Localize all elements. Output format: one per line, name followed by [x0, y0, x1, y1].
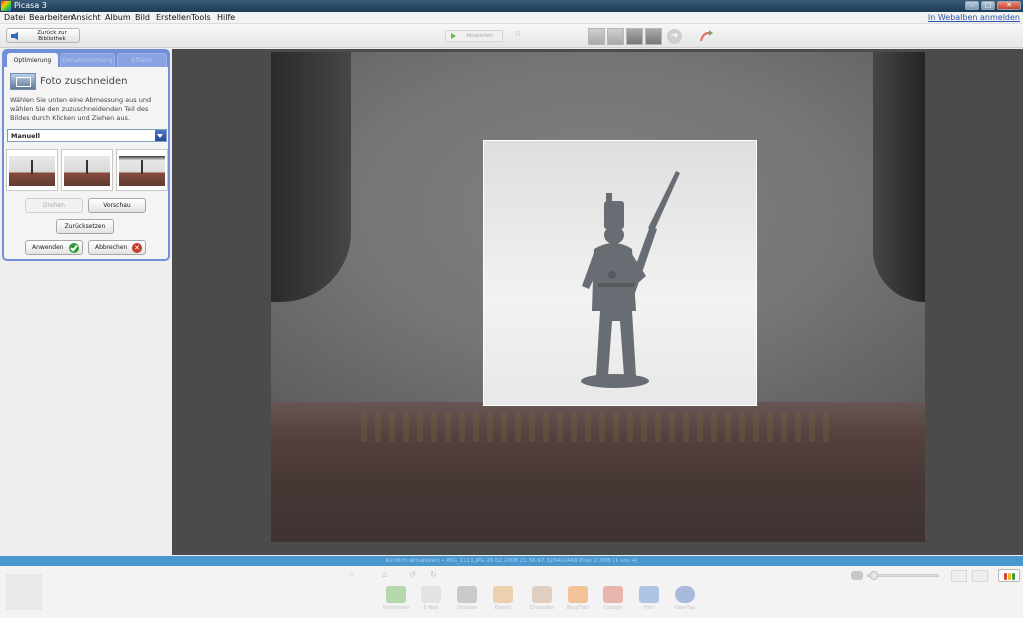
edit-tabs: Optimierung Feinabstimmung Effekte [4, 51, 168, 67]
aspect-ratio-select[interactable]: Manuell [7, 129, 167, 142]
view-single-icon[interactable] [951, 570, 967, 582]
crop-selection[interactable] [483, 140, 757, 406]
filmstrip-thumb[interactable] [645, 28, 662, 45]
bottom-tray: ☆ ⌂ ↺ ↻ Hochladen E-Mail Drucken Export … [0, 566, 1023, 618]
shop-icon [532, 586, 552, 603]
upload-icon [386, 586, 406, 603]
web-albums-login-link[interactable]: In Webalben anmelden [928, 13, 1020, 22]
close-icon[interactable]: ✕ [997, 1, 1021, 10]
home-icon[interactable]: ⌂ [378, 570, 391, 581]
shop-button[interactable]: Einkaufen [527, 586, 557, 616]
photo-canvas[interactable] [271, 52, 925, 542]
collage-label: Collage [603, 605, 623, 611]
soldier-figure [581, 171, 680, 388]
print-button[interactable]: Drucken [452, 586, 482, 616]
back-to-library-label: Zurück zur Bibliothek [37, 30, 67, 42]
crop-icon [10, 73, 36, 90]
chevron-down-icon[interactable] [155, 130, 166, 141]
film-icon [639, 586, 659, 603]
edit-panel: Optimierung Feinabstimmung Effekte Foto … [2, 49, 170, 261]
tab-feinabstimmung[interactable]: Feinabstimmung [60, 53, 115, 67]
slideshow-play-button[interactable]: Abspielen [445, 30, 503, 42]
play-label: Abspielen [466, 33, 493, 39]
zoom-icon [851, 571, 863, 580]
cancel-label: Abbrechen [95, 244, 128, 251]
blogger-icon [568, 586, 588, 603]
crop-preset-thumbnail[interactable] [116, 149, 168, 191]
crop-description: Wählen Sie unten eine Abmessung aus und … [10, 96, 152, 122]
menu-bild[interactable]: Bild [135, 13, 150, 22]
photo-viewer [172, 49, 1023, 555]
collage-button[interactable]: Collage [598, 586, 628, 616]
cancel-x-icon: ✕ [132, 243, 142, 253]
photo-tray-thumbnail[interactable] [6, 574, 42, 610]
menu-ansicht[interactable]: Ansicht [71, 13, 101, 22]
title-bar: Picasa 3 – □ ✕ [0, 0, 1023, 12]
zoom-slider-handle[interactable] [870, 571, 878, 580]
apply-button[interactable]: Anwenden [25, 240, 83, 255]
compare-icon[interactable]: ⊟ [515, 30, 527, 41]
rotate-right-icon[interactable]: ↻ [427, 570, 440, 581]
prev-photo-button[interactable] [588, 28, 605, 45]
next-photo-icon[interactable]: ➜ [667, 29, 682, 44]
export-button[interactable]: Export [488, 586, 518, 616]
share-arrow-icon[interactable] [698, 29, 715, 44]
rotate-button[interactable]: Drehen [25, 198, 83, 213]
tab-effekte[interactable]: Effekte [117, 53, 167, 67]
zoom-slider[interactable] [867, 571, 939, 580]
movie-label: Film [643, 605, 655, 611]
collage-icon [603, 586, 623, 603]
blogthis-label: BlogThis! [566, 605, 590, 611]
blogthis-button[interactable]: BlogThis! [563, 586, 593, 616]
shop-label: Einkaufen [529, 605, 555, 611]
menu-datei[interactable]: Datei [4, 13, 25, 22]
crop-title: Foto zuschneiden [40, 76, 128, 87]
menu-album[interactable]: Album [105, 13, 131, 22]
people-icon[interactable] [998, 569, 1020, 582]
geotag-button[interactable]: Geo-Tag [670, 586, 700, 616]
crop-preset-thumbnail[interactable] [6, 149, 58, 191]
upload-button[interactable]: Hochladen [381, 586, 411, 616]
toolbar: Zurück zur Bibliothek Abspielen ⊟ [0, 24, 1023, 48]
menu-bar: Datei Bearbeiten Ansicht Album Bild Erst… [0, 12, 1023, 24]
tray-star-icon[interactable]: ☆ [345, 570, 358, 581]
crop-preset-thumbnail[interactable] [61, 149, 113, 191]
tab-optimierung[interactable]: Optimierung [7, 53, 58, 67]
menu-erstellen[interactable]: Erstellen [156, 13, 191, 22]
preview-button[interactable]: Vorschau [88, 198, 146, 213]
upload-label: Hochladen [382, 605, 410, 611]
maximize-icon[interactable]: □ [981, 1, 995, 10]
email-label: E-Mail [423, 605, 439, 611]
geotag-label: Geo-Tag [675, 605, 695, 611]
email-button[interactable]: E-Mail [416, 586, 446, 616]
menu-bearbeiten[interactable]: Bearbeiten [29, 13, 73, 22]
aspect-ratio-value: Manuell [11, 132, 40, 140]
print-label: Drucken [456, 605, 478, 611]
export-folder-icon [493, 586, 513, 603]
check-icon [69, 243, 79, 253]
menu-hilfe[interactable]: Hilfe [217, 13, 235, 22]
picasa-logo-icon [1, 1, 11, 11]
minimize-icon[interactable]: – [965, 1, 979, 10]
back-arrow-icon [11, 32, 18, 40]
movie-button[interactable]: Film [634, 586, 664, 616]
globe-icon [675, 586, 695, 603]
menu-tools[interactable]: Tools [191, 13, 211, 22]
email-icon [421, 586, 441, 603]
rotate-left-icon[interactable]: ↺ [406, 570, 419, 581]
apply-label: Anwenden [32, 244, 64, 251]
back-to-library-button[interactable]: Zurück zur Bibliothek [6, 28, 80, 43]
filmstrip-thumb-current[interactable] [626, 28, 643, 45]
cancel-button[interactable]: Abbrechen ✕ [88, 240, 146, 255]
view-grid-icon[interactable] [972, 570, 988, 582]
filmstrip-thumb[interactable] [607, 28, 624, 45]
reset-button[interactable]: Zurücksetzen [56, 219, 114, 234]
export-label: Export [494, 605, 512, 611]
play-icon [451, 33, 456, 39]
print-icon [457, 586, 477, 603]
window-title: Picasa 3 [14, 1, 47, 10]
status-bar: Kürzlich aktualisiert • IMG_1111.JPG 26.… [0, 556, 1023, 566]
